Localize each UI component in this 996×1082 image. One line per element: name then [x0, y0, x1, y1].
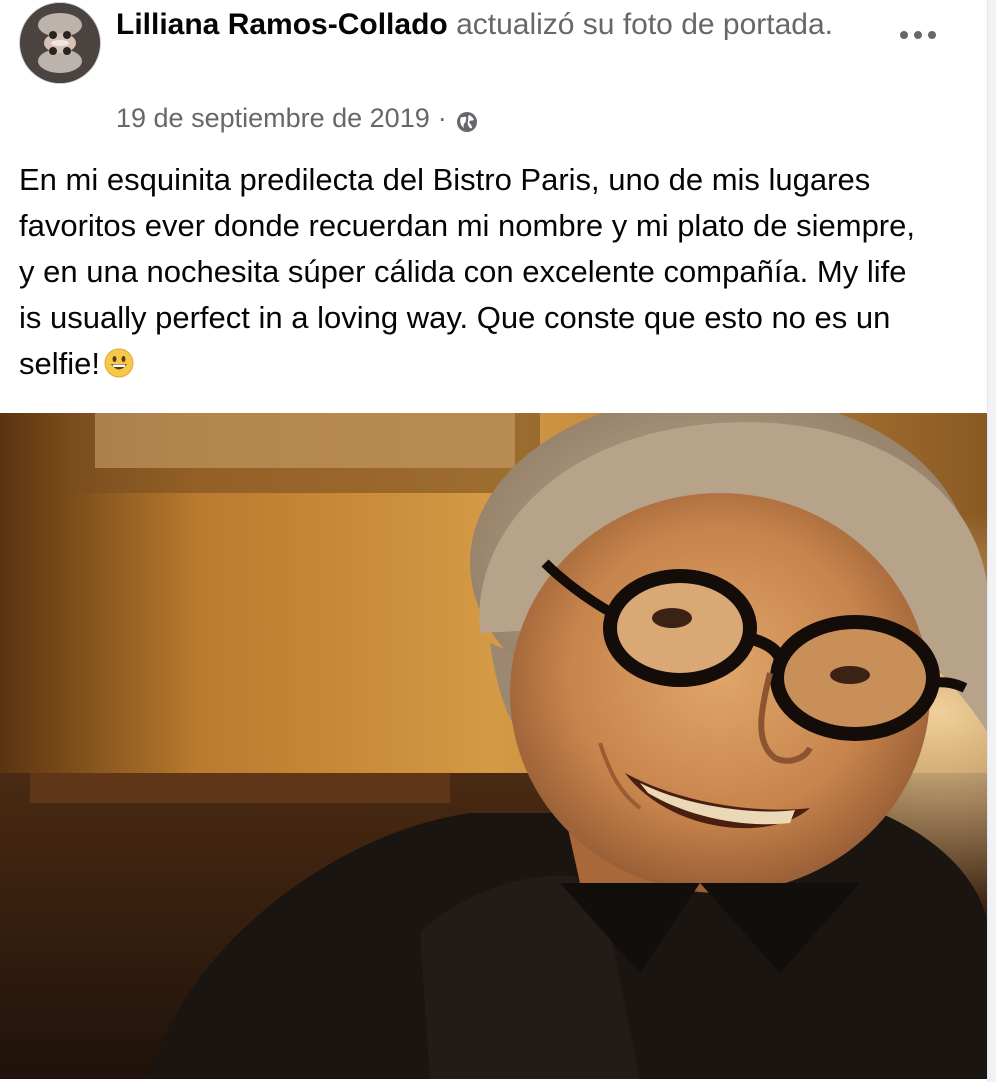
facebook-post: Lilliana Ramos-Collado actualizó su foto…: [0, 0, 988, 1082]
more-options-button[interactable]: [900, 20, 936, 50]
avatar-image: [20, 3, 100, 83]
cover-photo-image: [0, 413, 988, 1079]
post-message: En mi esquinita predilecta del Bistro Pa…: [19, 157, 919, 387]
post-meta: 19 de septiembre de 2019 ·: [116, 100, 479, 136]
grinning-face-emoji-icon: [104, 345, 134, 378]
author-name-link[interactable]: Lilliana Ramos-Collado: [116, 8, 448, 41]
author-avatar[interactable]: [19, 2, 101, 84]
post-date-link[interactable]: 19 de septiembre de 2019: [116, 100, 430, 136]
post-action-text: actualizó su foto de portada.: [456, 8, 833, 41]
post-header: Lilliana Ramos-Collado actualizó su foto…: [116, 4, 836, 46]
scrollbar-track[interactable]: [987, 0, 996, 1082]
cover-photo[interactable]: [0, 413, 988, 1079]
meta-separator: ·: [437, 103, 447, 133]
globe-icon[interactable]: [455, 107, 479, 132]
more-options-icon: [900, 31, 908, 39]
post-message-text: En mi esquinita predilecta del Bistro Pa…: [19, 162, 915, 381]
